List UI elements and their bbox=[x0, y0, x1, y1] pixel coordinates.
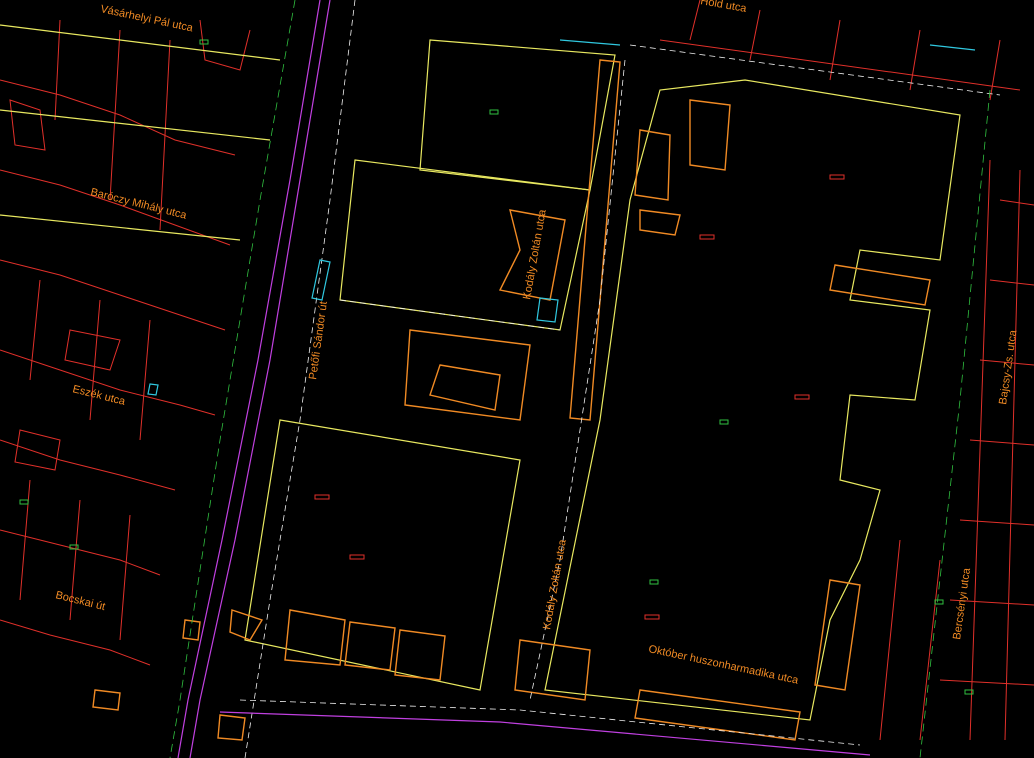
street-label-kodaly-bottom: Kodály Zoltán utca bbox=[541, 538, 569, 631]
street-label-right-1: Bajcsy-Zs. utca bbox=[997, 328, 1019, 405]
street-label-kodaly-top: Kodály Zoltán utca bbox=[521, 208, 549, 301]
road-lines bbox=[239, 0, 1001, 758]
building-outlines bbox=[92, 59, 931, 741]
street-label-bercsenyi: Baróczy Mihály utca bbox=[89, 186, 188, 222]
street-label-bocskai: Bocskai út bbox=[54, 589, 106, 613]
green-lines bbox=[169, 0, 991, 758]
street-name-labels: Vásárhelyi Pál utca Baróczy Mihály utca … bbox=[54, 0, 1019, 687]
cyan-features bbox=[147, 39, 976, 396]
cadastral-map[interactable]: Vásárhelyi Pál utca Baróczy Mihály utca … bbox=[0, 0, 1034, 758]
street-label-okt23: Október huszonharmadika utca bbox=[647, 643, 800, 687]
tram-line bbox=[177, 0, 871, 758]
street-label-vasarhelyi: Vásárhelyi Pál utca bbox=[99, 3, 194, 34]
street-label-top-right: Hold utca bbox=[699, 0, 748, 15]
street-label-right-2: Bercsényi utca bbox=[951, 566, 973, 640]
block-outlines bbox=[0, 24, 961, 721]
street-label-ezzolo: Eszék utca bbox=[71, 383, 127, 408]
parcel-lines bbox=[0, 0, 1034, 741]
map-canvas[interactable]: Vásárhelyi Pál utca Baróczy Mihály utca … bbox=[0, 0, 1034, 758]
